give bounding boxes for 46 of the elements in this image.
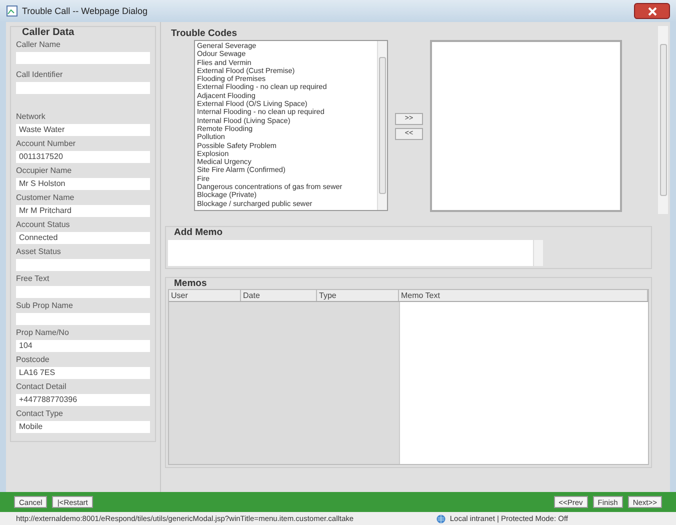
field-label: Asset Status [16, 246, 62, 258]
field-label: Postcode [16, 354, 50, 366]
field-label: Contact Type [16, 408, 64, 420]
input-field[interactable] [16, 313, 150, 325]
column-header[interactable]: Date [241, 290, 317, 301]
globe-icon [436, 514, 446, 524]
field-label: Customer Name [16, 192, 76, 204]
selected-codes-list[interactable] [430, 40, 622, 212]
field-label: Occupier Name [16, 165, 73, 177]
input-field[interactable]: Mobile [16, 421, 150, 433]
field-label: Prop Name/No [16, 327, 70, 339]
field-label: Network [16, 111, 46, 123]
input-field[interactable]: Waste Water [16, 124, 150, 136]
field-label: Call Identifier [16, 69, 64, 81]
input-field[interactable] [16, 259, 150, 271]
input-field[interactable] [16, 286, 150, 298]
panel-title: Caller Data [21, 27, 76, 38]
column-header[interactable]: User [169, 290, 241, 301]
close-icon [648, 6, 656, 16]
input-field[interactable]: Mr S Holston [16, 178, 150, 190]
scrollbar[interactable] [377, 41, 387, 210]
memo-input[interactable] [168, 240, 543, 266]
input-field[interactable]: LA16 7ES [16, 367, 150, 379]
section-title: Trouble Codes [170, 28, 238, 39]
input-field[interactable]: Mr M Pritchard [16, 205, 150, 217]
field-label: Free Text [16, 273, 50, 285]
column-header[interactable]: Memo Text [399, 290, 648, 301]
field-label: Contact Detail [16, 381, 68, 393]
section-title: Add Memo [173, 227, 224, 238]
window-title: Trouble Call -- Webpage Dialog [22, 6, 148, 16]
field-label: Account Number [16, 138, 77, 150]
input-field[interactable]: Connected [16, 232, 150, 244]
page-scrollbar[interactable] [658, 26, 668, 214]
input-field[interactable] [16, 82, 150, 94]
input-field[interactable]: 104 [16, 340, 150, 352]
column-header[interactable]: Type [317, 290, 399, 301]
field-label: Sub Prop Name [16, 300, 74, 312]
close-button[interactable] [634, 3, 670, 19]
input-field[interactable] [16, 52, 150, 64]
section-title: Memos [173, 278, 208, 289]
field-label: Caller Name [16, 39, 62, 51]
input-field[interactable]: 0011317520 [16, 151, 150, 163]
available-codes-list[interactable] [194, 40, 388, 211]
page-icon [6, 5, 18, 17]
input-field[interactable]: +447788770396 [16, 394, 150, 406]
field-label: Account Status [16, 219, 71, 231]
